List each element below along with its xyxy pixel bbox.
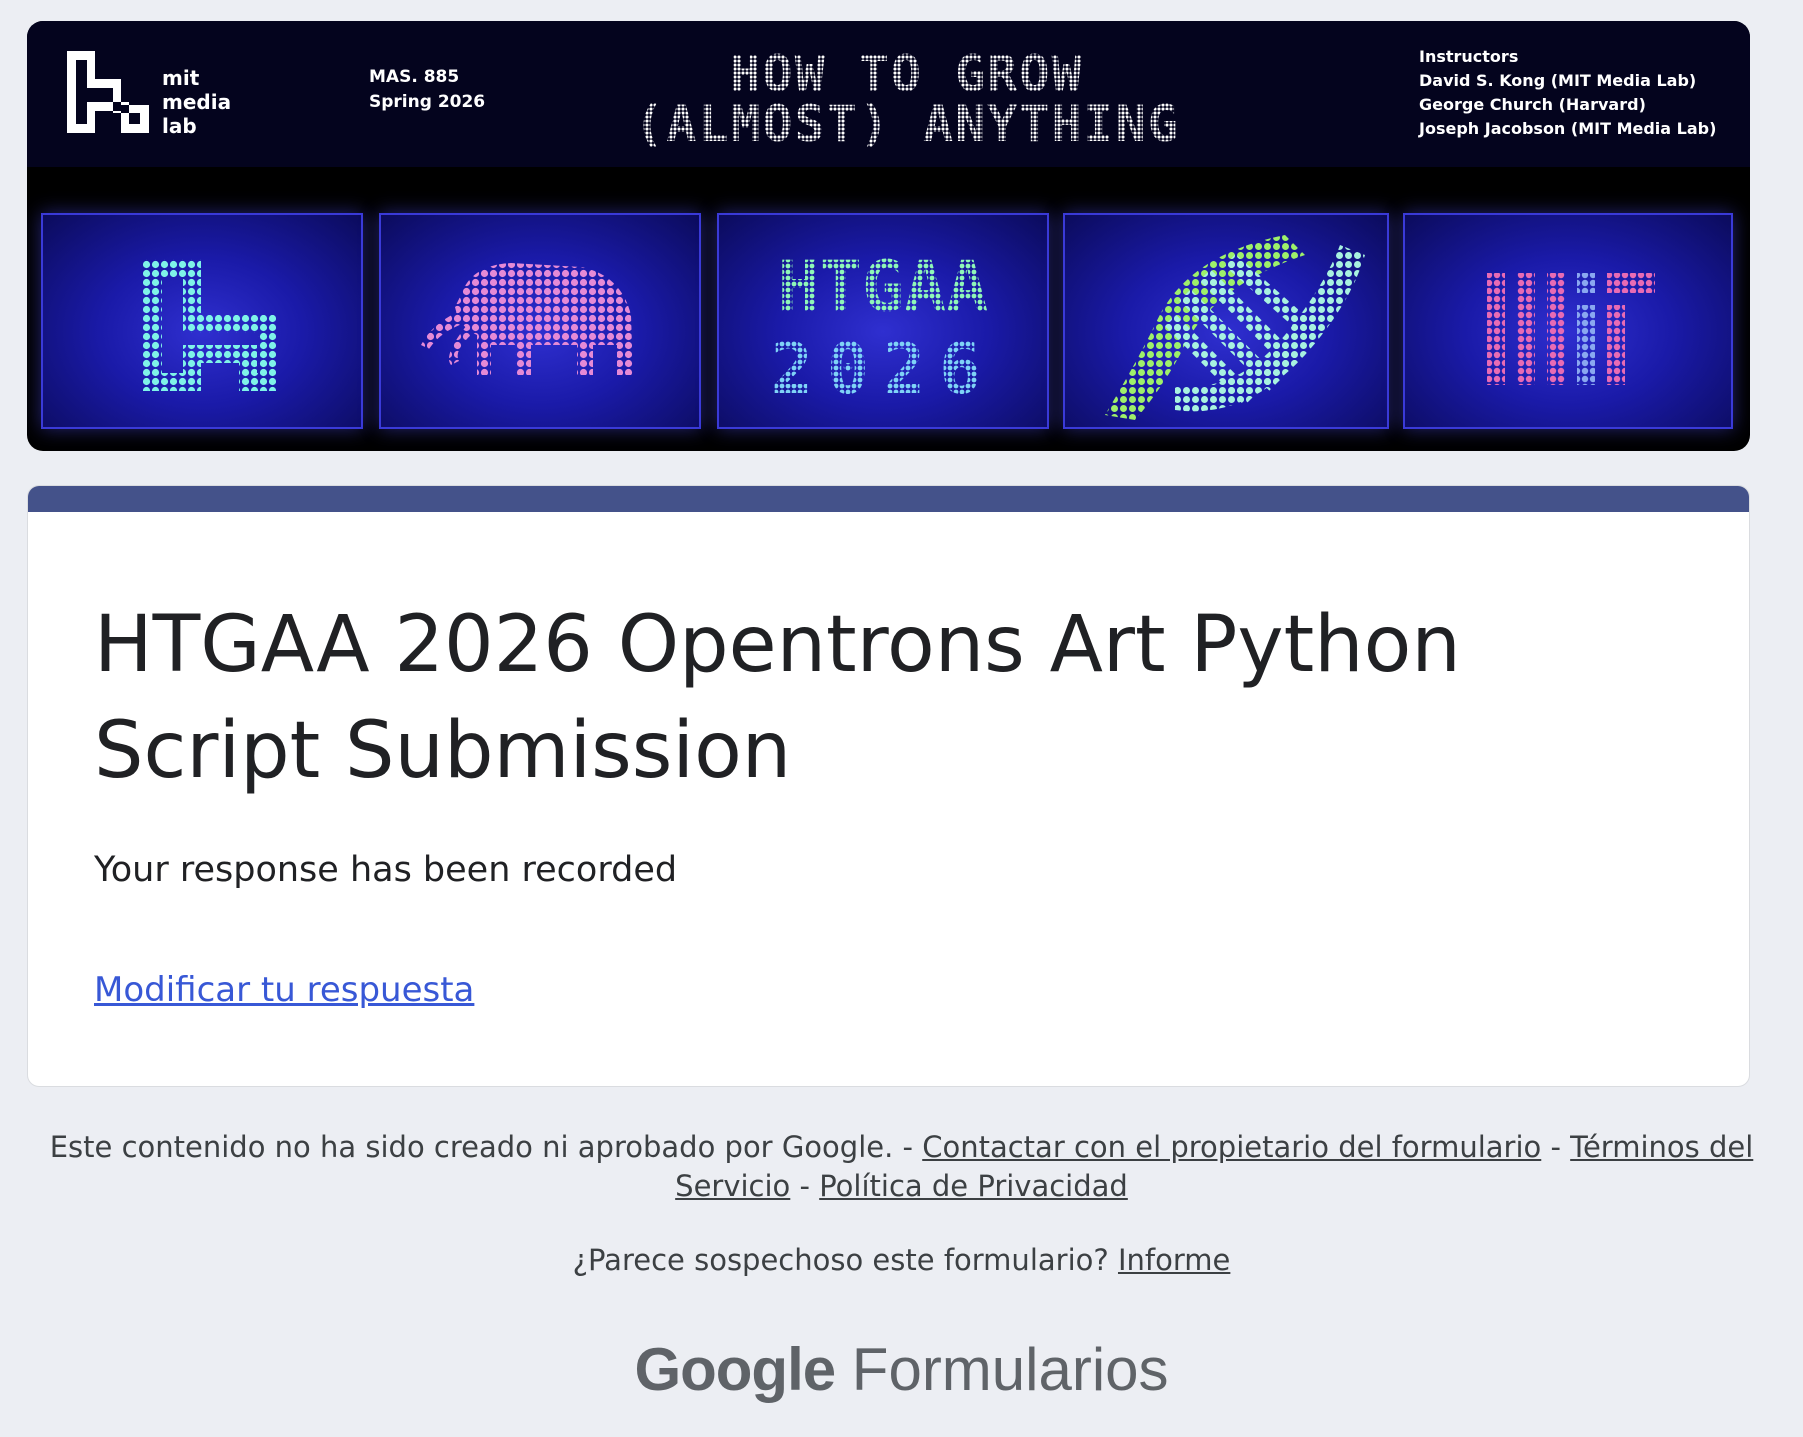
course-title-dotted: HOW TO GROW (ALMOST) ANYTHING <box>634 45 1180 153</box>
panel-mit-art <box>1403 213 1733 429</box>
htgaa-art-text: HTGAA 2026 <box>771 246 996 410</box>
panel-year-text: 2026 <box>771 328 996 410</box>
card-accent-stripe <box>28 486 1749 512</box>
panel-dna-art <box>1063 213 1389 429</box>
instructor-2: George Church (Harvard) <box>1419 95 1646 114</box>
privacy-policy-link[interactable]: Política de Privacidad <box>819 1169 1128 1203</box>
footer-report: ¿Parece sospechoso este formulario? Info… <box>40 1240 1763 1280</box>
contact-owner-link[interactable]: Contactar con el propietario del formula… <box>922 1130 1541 1164</box>
form-title: HTGAA 2026 Opentrons Art Python Script S… <box>94 600 1461 796</box>
banner-top-strip: mit media lab MAS. 885 Spring 2026 HOW T… <box>27 21 1750 167</box>
mit-art-icon <box>1487 273 1655 385</box>
mit-media-lab-logo-icon <box>67 51 149 133</box>
instructor-1: David S. Kong (MIT Media Lab) <box>1419 71 1697 90</box>
footer-disclaimer: Este contenido no ha sido creado ni apro… <box>40 1128 1763 1206</box>
suspicious-text: ¿Parece sospechoso este formulario? <box>572 1243 1118 1277</box>
logo-line-media: media <box>162 90 232 114</box>
logo-line-lab: lab <box>162 114 197 138</box>
edit-response-link[interactable]: Modificar tu respuesta <box>94 968 474 1012</box>
google-forms-logo[interactable]: Google Formularios <box>0 1330 1803 1410</box>
page: mit media lab MAS. 885 Spring 2026 HOW T… <box>0 0 1803 1437</box>
disclaimer-text: Este contenido no ha sido creado ni apro… <box>49 1130 923 1164</box>
logo-art-icon <box>143 259 276 391</box>
panel-mammoth-art <box>379 213 701 429</box>
instructor-3: Joseph Jacobson (MIT Media Lab) <box>1419 119 1717 138</box>
course-code: MAS. 885 <box>369 67 460 87</box>
logo-line-mit: mit <box>162 66 200 90</box>
course-title-line-2: (ALMOST) ANYTHING <box>634 95 1180 153</box>
panel-htgaa-art: HTGAA 2026 <box>717 213 1049 429</box>
panel-logo-art <box>41 213 363 429</box>
confirmation-card: HTGAA 2026 Opentrons Art Python Script S… <box>27 485 1750 1087</box>
brand-google: Google <box>634 1336 836 1403</box>
panel-htgaa-text: HTGAA <box>778 246 989 328</box>
dna-helix-art-icon <box>1105 235 1365 420</box>
course-term: Spring 2026 <box>369 92 486 112</box>
brand-product: Formularios <box>851 1336 1169 1403</box>
course-info: MAS. 885 Spring 2026 <box>369 65 485 115</box>
mammoth-art-icon <box>421 263 633 375</box>
header-banner-image: mit media lab MAS. 885 Spring 2026 HOW T… <box>27 21 1750 451</box>
separator: - <box>790 1169 820 1203</box>
report-link[interactable]: Informe <box>1118 1243 1230 1277</box>
instructors-list: Instructors David S. Kong (MIT Media Lab… <box>1419 45 1716 141</box>
agar-art-panels: HTGAA 2026 <box>27 167 1750 451</box>
instructors-label: Instructors <box>1419 47 1519 66</box>
confirmation-message: Your response has been recorded <box>94 850 678 890</box>
separator: - <box>1541 1130 1571 1164</box>
logo-wordmark: mit media lab <box>162 66 231 138</box>
